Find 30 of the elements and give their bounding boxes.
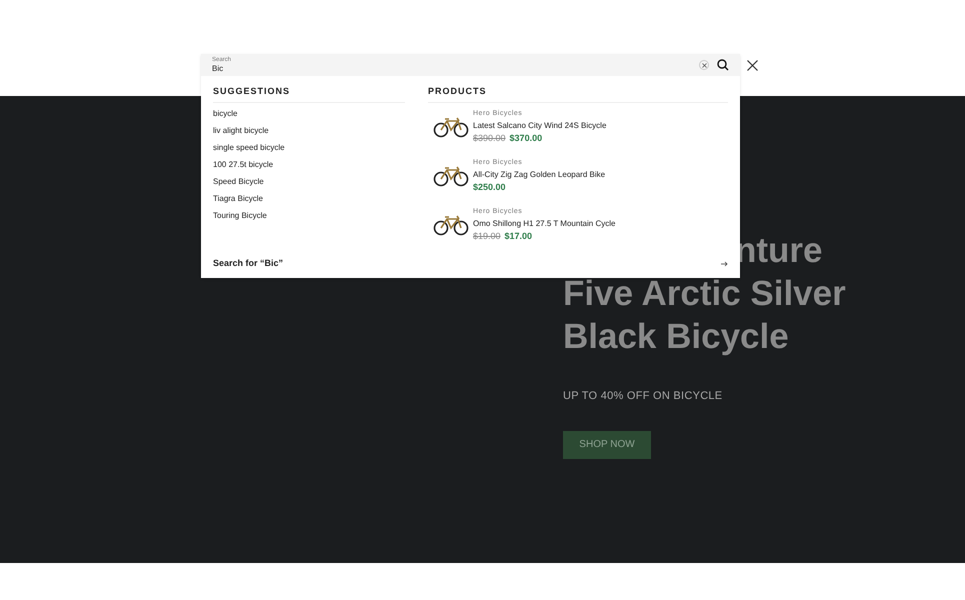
- arrow-right-icon: [721, 260, 728, 266]
- search-input[interactable]: Bic: [212, 64, 699, 74]
- product-name: Omo Shillong H1 27.5 T Mountain Cycle: [473, 218, 616, 230]
- clear-button[interactable]: [699, 60, 709, 70]
- suggestion-link[interactable]: bicycle: [213, 104, 405, 122]
- bicycle-icon: [432, 165, 468, 187]
- suggestion-link[interactable]: Touring Bicycle: [213, 206, 405, 224]
- product-price: $370.00: [510, 132, 542, 145]
- suggestion-link[interactable]: liv alight bicycle: [213, 122, 405, 138]
- old-price: $19.00: [473, 230, 501, 243]
- search-for-text: Search for “Bic”: [213, 256, 284, 270]
- bicycle-icon: [432, 214, 468, 236]
- product-price: $17.00: [504, 230, 532, 243]
- close-icon: [702, 62, 706, 68]
- hero-subtitle: UP TO 40% OFF ON BICYCLE: [563, 389, 724, 404]
- close-icon[interactable]: [747, 60, 758, 71]
- search-icon[interactable]: [717, 59, 729, 71]
- bicycle-icon: [432, 116, 468, 138]
- product-price: $250.00: [473, 180, 506, 194]
- suggestion-link[interactable]: Speed Bicycle: [213, 172, 405, 190]
- product-name: Latest Salcano City Wind 24S Bicycle: [473, 120, 606, 132]
- suggestion-link[interactable]: Tiagra Bicycle: [213, 190, 405, 206]
- shop-now-button[interactable]: SHOP NOW: [563, 430, 651, 458]
- suggestion-link[interactable]: 100 27.5t bicycle: [213, 156, 405, 172]
- suggestion-link[interactable]: single speed bicycle: [213, 138, 405, 156]
- product-name: All-City Zig Zag Golden Leopard Bike: [473, 168, 606, 181]
- suggestions-heading: SUGGESTIONS: [213, 85, 405, 102]
- hero-headline: Black Bicycle: [563, 316, 789, 358]
- old-price: $390.00: [473, 132, 506, 145]
- products-heading: PRODUCTS: [428, 85, 728, 102]
